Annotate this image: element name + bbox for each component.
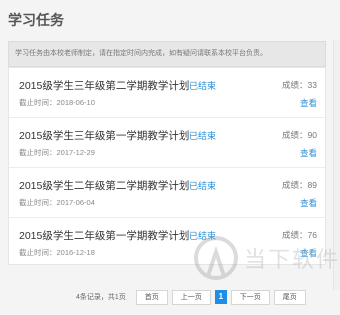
task-deadline: 截止时间：2018-06-10 — [19, 98, 95, 107]
task-title[interactable]: 2015级学生三年级第一学期教学计划 — [19, 128, 189, 143]
task-title[interactable]: 2015级学生二年级第一学期教学计划 — [19, 228, 189, 243]
view-link[interactable]: 查看 — [300, 197, 317, 209]
task-deadline: 截止时间：2017-06-04 — [19, 198, 95, 207]
task-item: 2015级学生三年级第二学期教学计划 已结束 截止时间：2018-06-10 成… — [9, 68, 325, 118]
view-link[interactable]: 查看 — [300, 97, 317, 109]
current-page-button[interactable]: 1 — [214, 290, 227, 304]
task-title[interactable]: 2015级学生二年级第二学期教学计划 — [19, 178, 189, 193]
page-title: 学习任务 — [8, 12, 64, 28]
pagination: 4条记录，共1页 首页 上一页 1 下一页 尾页 — [76, 289, 306, 305]
task-score: 成绩：89 — [282, 180, 317, 190]
task-status-badge: 已结束 — [189, 181, 217, 191]
last-page-button[interactable]: 尾页 — [273, 289, 306, 305]
notice-banner: 学习任务由本校老师制定，请在指定时间内完成，如有疑问请联系本校平台负责。 — [8, 41, 326, 67]
prev-page-button[interactable]: 上一页 — [171, 289, 211, 305]
task-status-badge: 已结束 — [189, 81, 217, 91]
task-item: 2015级学生二年级第二学期教学计划 已结束 截止时间：2017-06-04 成… — [9, 168, 325, 218]
task-title[interactable]: 2015级学生三年级第二学期教学计划 — [19, 78, 189, 93]
task-deadline: 截止时间：2016-12-18 — [19, 248, 95, 257]
watermark-text: 当下软件园 — [244, 247, 340, 272]
task-score: 成绩：90 — [282, 130, 317, 140]
task-score: 成绩：33 — [282, 80, 317, 90]
task-status-badge: 已结束 — [189, 131, 217, 141]
task-item: 2015级学生三年级第一学期教学计划 已结束 截止时间：2017-12-29 成… — [9, 118, 325, 168]
view-link[interactable]: 查看 — [300, 147, 317, 159]
pagination-summary: 4条记录，共1页 — [76, 294, 126, 301]
first-page-button[interactable]: 首页 — [135, 289, 168, 305]
watermark-logo-icon — [194, 236, 238, 280]
next-page-button[interactable]: 下一页 — [230, 289, 270, 305]
watermark: 当下软件园 — [192, 232, 340, 292]
task-deadline: 截止时间：2017-12-29 — [19, 148, 95, 157]
